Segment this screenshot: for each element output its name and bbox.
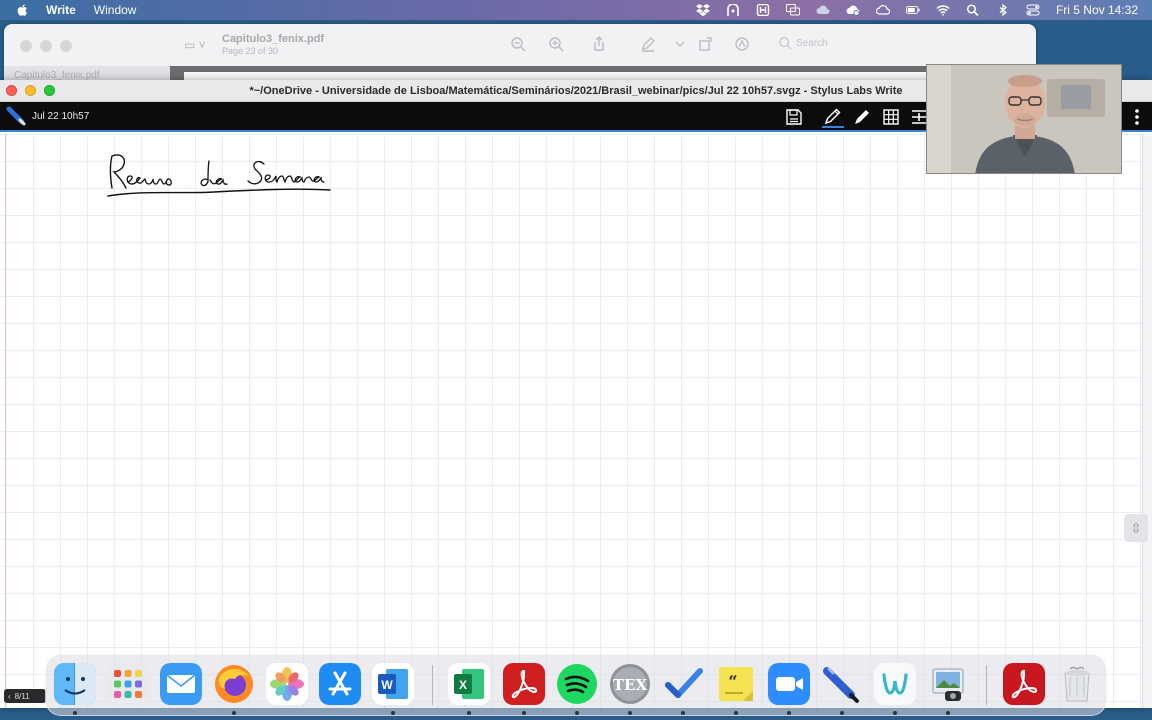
handwritten-title (107, 154, 331, 197)
save-icon[interactable] (783, 106, 805, 128)
screen-mirror-icon[interactable] (785, 3, 801, 17)
window-title: *~/OneDrive - Universidade de Lisboa/Mat… (249, 84, 903, 97)
write-logo-icon[interactable] (5, 105, 27, 127)
dock-wunderbucket-icon[interactable] (874, 663, 916, 705)
dock-mail-icon[interactable] (160, 663, 202, 705)
dock-photos-icon[interactable] (266, 663, 308, 705)
app-icon[interactable] (755, 3, 771, 17)
battery-icon[interactable] (905, 3, 921, 17)
dock-zoom-icon[interactable] (768, 663, 810, 705)
dock: W X TEX “ (45, 654, 1107, 716)
active-app-menu[interactable]: Write (46, 3, 76, 17)
apple-menu-icon[interactable] (16, 3, 30, 17)
svg-text:“: “ (728, 672, 737, 691)
sidebar-toggle-icon[interactable]: ▭ ˅ (184, 38, 206, 52)
markup-dropdown-icon[interactable] (672, 36, 688, 52)
creative-cloud-icon[interactable] (845, 3, 861, 17)
wifi-icon[interactable] (935, 3, 951, 17)
bluetooth-icon[interactable] (995, 3, 1011, 17)
dock-trash-icon[interactable] (1056, 663, 1098, 705)
share-icon[interactable] (591, 36, 607, 52)
page-number: 8/11 (14, 691, 30, 701)
search-placeholder: Search (796, 37, 828, 49)
search-icon (779, 37, 792, 50)
document-name[interactable]: Jul 22 10h57 (32, 111, 89, 122)
dock-firefox-icon[interactable] (213, 663, 255, 705)
menu-icon[interactable] (1126, 106, 1148, 128)
dock-acrobat-reader-icon[interactable] (1003, 663, 1045, 705)
menu-bar: Write Window Fri 5 Nov 14:32 (0, 0, 1152, 20)
rotate-icon[interactable] (698, 36, 714, 52)
presenter-video-feed (927, 65, 1121, 173)
zoom-in-icon[interactable] (548, 36, 564, 52)
menu-window[interactable]: Window (94, 3, 137, 17)
menubar-clock[interactable]: Fri 5 Nov 14:32 (1056, 3, 1138, 17)
zoom-out-icon[interactable] (510, 36, 526, 52)
pen-icon[interactable] (822, 106, 844, 128)
canvas-right-scroll-track[interactable] (1142, 134, 1152, 708)
dock-finder-icon[interactable] (54, 663, 96, 705)
svg-text:W: W (381, 678, 393, 692)
scroll-handle-icon[interactable]: ⇳ (1124, 514, 1148, 542)
minimize-button[interactable] (25, 85, 36, 96)
drawing-canvas[interactable]: ⇳ (0, 134, 1152, 708)
preview-page-count: Page 23 of 30 (222, 46, 279, 56)
chevron-left-icon[interactable]: ‹ (8, 692, 11, 701)
annotate-icon[interactable] (734, 36, 750, 52)
zoom-button[interactable] (44, 85, 55, 96)
preview-search-field[interactable]: Search (778, 36, 828, 50)
page-indicator[interactable]: ‹ 8/11 (4, 689, 46, 703)
write-window[interactable]: *~/OneDrive - Universidade de Lisboa/Mat… (0, 80, 1152, 708)
dock-stylus-write-icon[interactable] (821, 663, 863, 705)
icloud-icon[interactable] (875, 3, 891, 17)
preview-traffic-lights[interactable] (20, 40, 72, 52)
cloud-upload-icon[interactable] (815, 3, 831, 17)
spotlight-icon[interactable] (965, 3, 981, 17)
dock-word-icon[interactable]: W (372, 663, 414, 705)
highlighter-icon[interactable] (851, 106, 873, 128)
dock-launchpad-icon[interactable] (107, 663, 149, 705)
dock-acrobat-icon[interactable] (503, 663, 545, 705)
dock-stickies-icon[interactable]: “ (715, 663, 757, 705)
page-margin-line (5, 134, 6, 708)
grid-icon[interactable] (880, 106, 902, 128)
preview-document-title: Capitulo3_fenix.pdf (222, 33, 325, 45)
preview-window[interactable]: ▭ ˅ Capitulo3_fenix.pdf Page 23 of 30 Se… (4, 24, 1036, 84)
dropbox-icon[interactable] (695, 3, 711, 17)
markup-pen-icon[interactable] (640, 36, 656, 52)
webcam-overlay (926, 64, 1122, 174)
dock-texshop-icon[interactable]: TEX (609, 663, 651, 705)
svg-text:X: X (459, 678, 467, 692)
dock-preview-icon[interactable] (927, 663, 969, 705)
dock-things-icon[interactable] (662, 663, 704, 705)
close-button[interactable] (6, 85, 17, 96)
dock-excel-icon[interactable]: X (448, 663, 490, 705)
dock-spotify-icon[interactable] (556, 663, 598, 705)
svg-text:TEX: TEX (613, 676, 648, 694)
vpn-icon[interactable] (725, 3, 741, 17)
control-center-icon[interactable] (1025, 3, 1041, 17)
dock-app-store-icon[interactable] (319, 663, 361, 705)
